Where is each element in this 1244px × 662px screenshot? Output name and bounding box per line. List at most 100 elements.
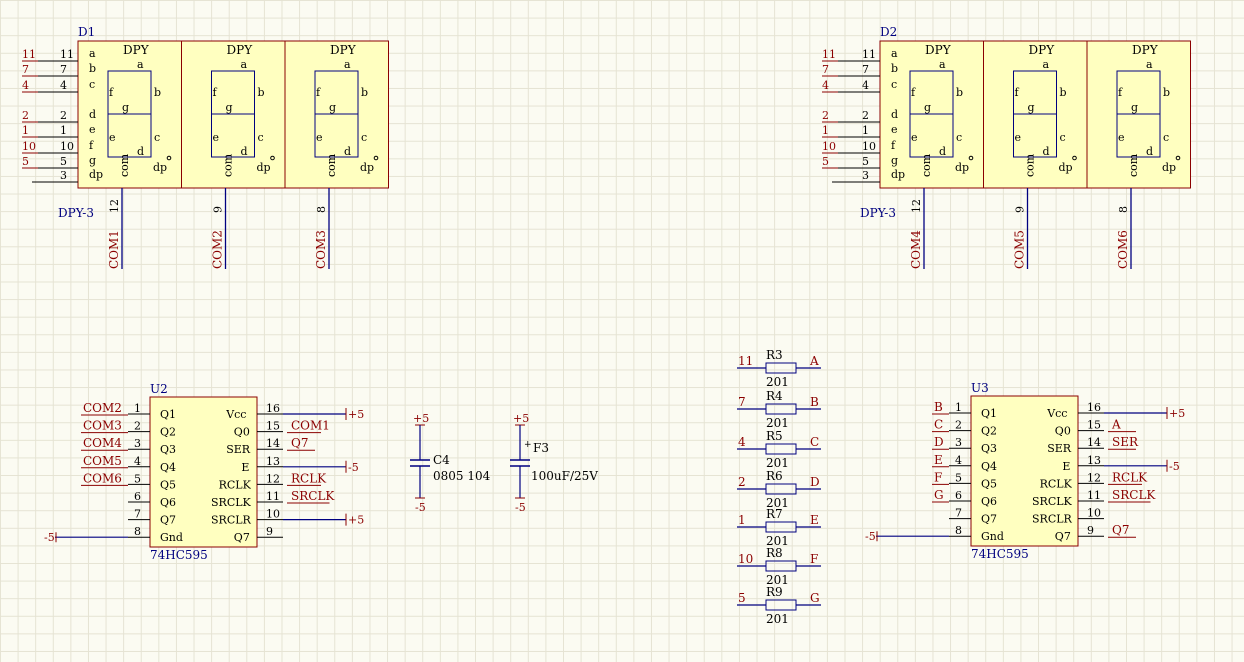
ic-pin-name: Q0 [1055,425,1071,438]
ic-pin-name: RCLK [1040,477,1073,490]
digit-label: DPY [123,43,150,57]
ic-pin-name: Q6 [160,496,176,509]
resistor-left-net: 1 [738,513,746,527]
resistor-designator: R7 [766,507,783,521]
seg-label-a: a [344,58,351,71]
seg-label-g: g [329,101,336,114]
ic-pin-number: 4 [955,454,962,467]
net-label: COM5 [83,454,122,468]
ic-pin-number: 14 [266,437,280,450]
ic-pin-number: 5 [134,472,141,485]
ic-pin-name: Q3 [160,443,176,456]
pin-number: 5 [60,155,67,168]
ic-pin-number: 4 [134,455,141,468]
ic-pin-number: 3 [134,437,141,450]
common-net-label: COM6 [1116,230,1130,269]
ic-pin-number: 7 [134,508,141,521]
resistor-right-net: D [810,475,820,489]
power-port-label: -5 [348,461,359,474]
ic-pin-name: SER [1047,442,1072,455]
net-label: COM3 [83,419,122,433]
power-port-label: +5 [348,514,364,527]
cap-bottom-power-label: -5 [515,501,526,514]
display-part-name: DPY-3 [58,206,94,220]
seg-label-e: e [109,131,116,144]
common-net-label: COM2 [211,230,225,269]
resistor-body [765,403,797,415]
ic-pin-number: 9 [266,525,273,538]
net-label: SRCLK [291,489,335,503]
seg-label-c: c [361,131,367,144]
seg-label-a: a [137,58,144,71]
cap-top-power-label: +5 [413,412,429,425]
segment-letter: a [891,47,898,60]
seg-label-g: g [1028,101,1035,114]
power-port-label: +5 [348,408,364,421]
ic-pin-number: 13 [1087,454,1101,467]
ic-pin-name: Q3 [981,442,997,455]
net-label: 1 [822,124,829,137]
ic-part-name: 74HC595 [971,547,1029,561]
power-port-label: +5 [1169,407,1185,420]
segment-letter: e [89,123,96,136]
com-label: com [1024,153,1037,177]
common-net-label: COM3 [314,230,328,269]
resistor-left-net: 2 [738,475,746,489]
ic-pin-name: Q4 [160,461,176,474]
net-label: COM1 [291,419,330,433]
common-pin-number: 12 [910,199,923,213]
resistor-R7: R72011 E [737,507,821,548]
net-label: 2 [822,109,829,122]
resistor-R6: R62012 D [737,469,821,510]
ic-pin-number: 6 [134,490,141,503]
pin-number: 4 [60,79,67,92]
ic-pin-number: 2 [134,420,141,433]
ic-pin-number: 11 [266,490,280,503]
ic-pin-name: Vcc [1046,407,1067,420]
ic-pin-number: 9 [1087,524,1094,537]
com-label: com [222,153,235,177]
ic-pin-number: 7 [955,507,962,520]
seg-label-g: g [226,101,233,114]
net-label: F [934,470,942,484]
ic-pin-name: Gnd [160,531,183,544]
seg-label-b: b [361,86,368,99]
segment-letter: g [891,154,898,167]
segment-letter: a [89,47,96,60]
capacitor-C4: +5 -5 C4 0805 104 [410,412,491,514]
resistor-R8: R820110 F [737,546,821,587]
resistor-designator: R6 [766,469,783,483]
resistor-left-net: 10 [738,552,753,566]
net-label: A [1111,418,1121,432]
common-pin-number: 9 [212,206,225,213]
ic-part-name: 74HC595 [150,548,208,562]
seg-label-g: g [924,101,931,114]
segment-letter: dp [89,168,103,181]
display-designator: D1 [78,25,95,39]
ic-pin-number: 13 [266,455,280,468]
pin-number: 2 [60,109,67,122]
segment-letter: dp [891,168,905,181]
ic-pin-name: E [241,461,249,474]
ic-pin-number: 12 [266,472,280,485]
dp-label: dp [360,161,374,174]
com-label: com [325,153,338,177]
dp-label: dp [153,161,167,174]
pin-number: 2 [862,109,869,122]
seg-label-c: c [956,131,962,144]
net-label: RCLK [1112,470,1148,484]
net-label: C [934,418,943,432]
dp-label: dp [955,161,969,174]
resistor-right-net: F [810,552,818,566]
cap-designator: C4 [433,453,450,467]
net-label: 2 [22,109,29,122]
ic-designator: U2 [150,382,168,396]
segment-letter: b [891,62,898,75]
pin-number: 1 [862,124,869,137]
seg-label-d: d [137,145,144,158]
digit-label: DPY [925,43,952,57]
net-label: 11 [822,48,836,61]
net-label: Q7 [291,436,308,450]
ic-pin-name: E [1062,460,1070,473]
ic-pin-number: 12 [1087,471,1101,484]
